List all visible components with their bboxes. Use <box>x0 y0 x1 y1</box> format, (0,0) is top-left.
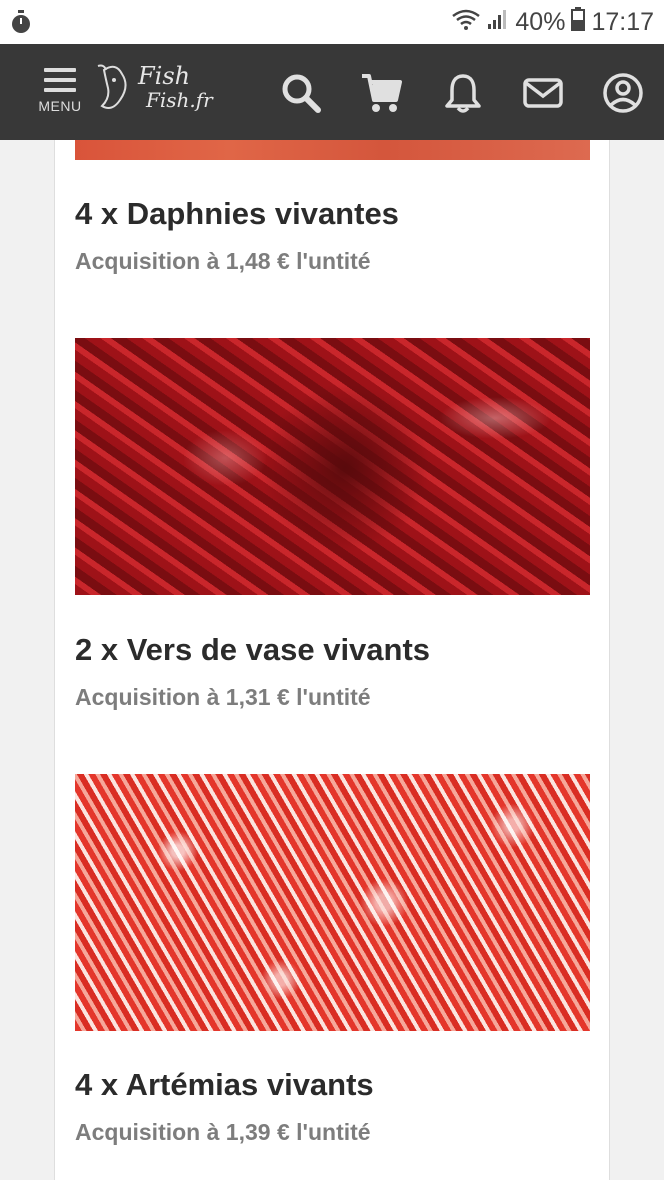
menu-button[interactable]: MENU <box>36 66 84 126</box>
logo-text-fish: Fish <box>138 62 191 90</box>
product-image-artemias[interactable] <box>75 774 590 1031</box>
product-title[interactable]: 4 x Artémias vivants <box>75 1067 374 1103</box>
product-price: Acquisition à 1,39 € l'untité <box>75 1119 371 1145</box>
cart-icon[interactable] <box>360 72 402 114</box>
stopwatch-icon <box>10 10 32 34</box>
signal-icon <box>487 8 509 37</box>
account-icon[interactable] <box>602 72 644 114</box>
product-title[interactable]: 4 x Daphnies vivantes <box>75 196 399 232</box>
product-price: Acquisition à 1,48 € l'untité <box>75 248 371 274</box>
site-logo[interactable]: Fish Fish.fr <box>94 58 224 124</box>
bell-icon[interactable] <box>442 72 484 114</box>
status-bar: 40% 17:17 <box>0 0 664 44</box>
hamburger-icon <box>44 66 76 94</box>
product-image-vers-de-vase[interactable] <box>75 338 590 595</box>
wifi-icon <box>451 8 481 37</box>
menu-label: MENU <box>38 98 82 114</box>
status-indicators: 40% 17:17 <box>451 6 654 38</box>
product-price: Acquisition à 1,31 € l'untité <box>75 684 371 710</box>
logo-text-fishfr: Fish.fr <box>146 88 213 112</box>
product-title[interactable]: 2 x Vers de vase vivants <box>75 632 430 668</box>
top-navbar: MENU Fish Fish.fr <box>0 44 664 140</box>
battery-percent: 40% <box>515 7 566 36</box>
clock-time: 17:17 <box>591 7 654 36</box>
battery-icon <box>571 6 586 38</box>
search-icon[interactable] <box>280 72 322 114</box>
mail-icon[interactable] <box>522 72 564 114</box>
product-image-daphnies[interactable] <box>75 140 590 160</box>
fish-logo-icon <box>97 64 127 109</box>
